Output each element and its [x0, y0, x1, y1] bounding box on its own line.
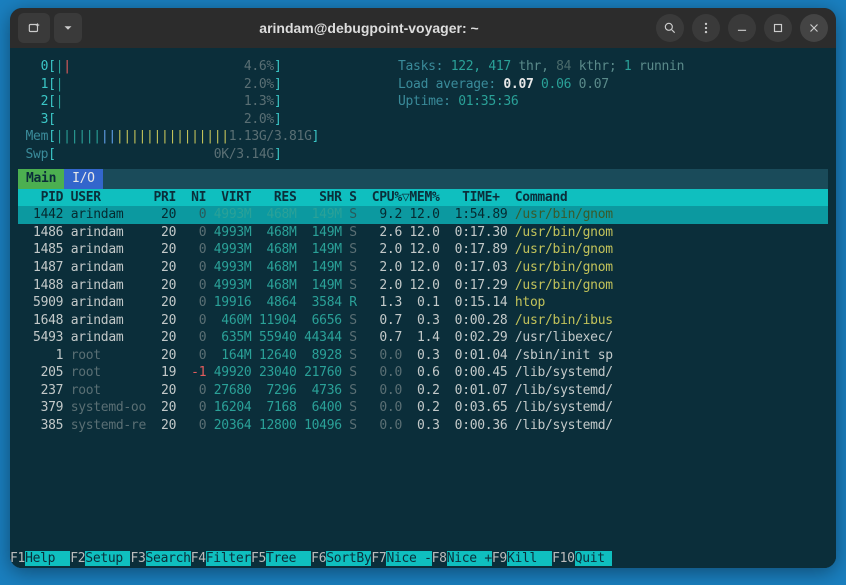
process-row[interactable]: 379 systemd-oo 20 0 16204 7168 6400 S 0.… — [18, 399, 828, 417]
process-row[interactable]: 1485 arindam 20 0 4993M 468M 149M S 2.0 … — [18, 241, 828, 259]
process-row[interactable]: 5909 arindam 20 0 19916 4864 3584 R 1.3 … — [18, 294, 828, 312]
maximize-button[interactable] — [764, 14, 792, 42]
process-row[interactable]: 5493 arindam 20 0 635M 55940 44344 S 0.7… — [18, 329, 828, 347]
dropdown-button[interactable] — [54, 13, 82, 43]
tab-io[interactable]: I/O — [64, 169, 103, 189]
minimize-button[interactable] — [728, 14, 756, 42]
terminal-window: arindam@debugpoint-voyager: ~ 0[|| — [10, 8, 836, 568]
process-header[interactable]: PID USER PRI NI VIRT RES SHR S CPU%▽MEM%… — [18, 189, 828, 207]
process-row[interactable]: 1648 arindam 20 0 460M 11904 6656 S 0.7 … — [18, 312, 828, 330]
process-row[interactable]: 1488 arindam 20 0 4993M 468M 149M S 2.0 … — [18, 277, 828, 295]
terminal-body[interactable]: 0[|| 4.6%] 1[| 2.0%] 2[| 1.3%] 3[ 2.0%] … — [10, 48, 836, 568]
process-row[interactable]: 1 root 20 0 164M 12640 8928 S 0.0 0.3 0:… — [18, 347, 828, 365]
tab-main[interactable]: Main — [18, 169, 64, 189]
process-row[interactable]: 205 root 19 -1 49920 23040 21760 S 0.0 0… — [18, 364, 828, 382]
search-button[interactable] — [656, 14, 684, 42]
process-list[interactable]: 1442 arindam 20 0 4993M 468M 149M S 9.2 … — [18, 206, 828, 434]
window-title: arindam@debugpoint-voyager: ~ — [82, 20, 656, 36]
process-row[interactable]: 237 root 20 0 27680 7296 4736 S 0.0 0.2 … — [18, 382, 828, 400]
cpu-mem-meters: 0[|| 4.6%] 1[| 2.0%] 2[| 1.3%] 3[ 2.0%] … — [18, 58, 398, 163]
process-row[interactable]: 1486 arindam 20 0 4993M 468M 149M S 2.6 … — [18, 224, 828, 242]
new-tab-button[interactable] — [18, 13, 50, 43]
menu-button[interactable] — [692, 14, 720, 42]
process-row[interactable]: 1487 arindam 20 0 4993M 468M 149M S 2.0 … — [18, 259, 828, 277]
function-keys[interactable]: F1Help F2Setup F3SearchF4FilterF5Tree F6… — [10, 550, 836, 568]
process-row[interactable]: 385 systemd-re 20 0 20364 12800 10496 S … — [18, 417, 828, 435]
tab-bar: MainI/O — [18, 169, 828, 189]
titlebar: arindam@debugpoint-voyager: ~ — [10, 8, 836, 48]
process-row[interactable]: 1442 arindam 20 0 4993M 468M 149M S 9.2 … — [18, 206, 828, 224]
close-button[interactable] — [800, 14, 828, 42]
system-stats: Tasks: 122, 417 thr, 84 kthr; 1 runnin L… — [398, 58, 828, 163]
